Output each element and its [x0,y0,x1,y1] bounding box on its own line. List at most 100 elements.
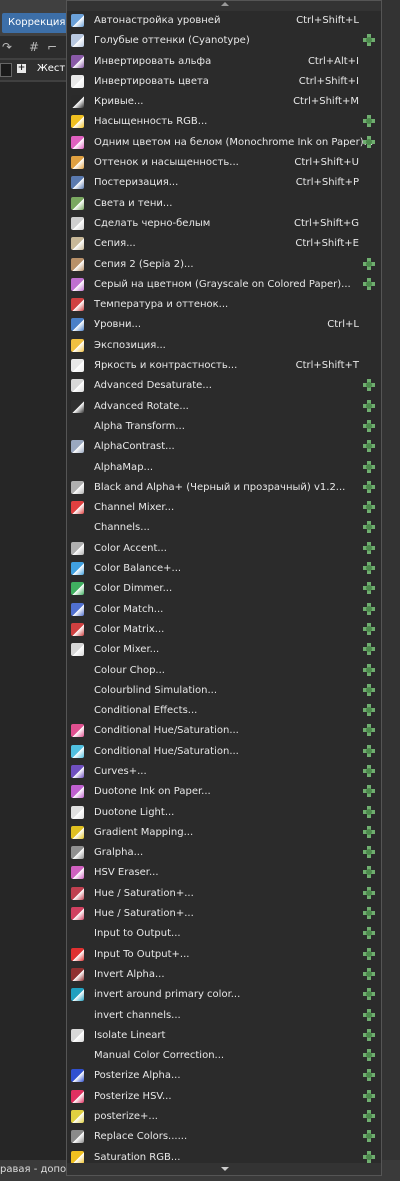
menu-item[interactable]: AlphaContrast... [67,437,381,457]
monochrome-ink-icon [71,135,84,149]
menu-item[interactable]: HSV Eraser... [67,863,381,883]
menu-item[interactable]: Голубые оттенки (Cyanotype) [67,31,381,51]
menu-item[interactable]: Уровни... Ctrl+L [67,315,381,335]
menu-item[interactable]: Advanced Rotate... [67,397,381,417]
ruler-icon[interactable]: ⌐ [45,40,59,54]
alpha-contrast-icon [71,440,84,454]
rgb-saturation-icon [71,115,84,129]
plugin-puzzle-icon [363,683,375,696]
menu-item[interactable]: Кривые... Ctrl+Shift+M [67,92,381,112]
menu-item[interactable]: Isolate Lineart [67,1026,381,1046]
brightness-contrast-icon [71,359,84,373]
menu-item[interactable]: Color Dimmer... [67,579,381,599]
menu-item-label: Alpha Transform... [94,420,185,432]
menu-item[interactable]: Replace Colors...... [67,1127,381,1147]
menu-item[interactable]: Conditional Hue/Saturation... [67,721,381,741]
menu-item[interactable]: Color Match... [67,600,381,620]
sepia-icon [71,237,84,251]
plugin-puzzle-icon [363,866,375,879]
menu-item[interactable]: Сделать черно-белым Ctrl+Shift+G [67,214,381,234]
menu-item[interactable]: Curves+... [67,762,381,782]
menu-scroll-up[interactable] [67,1,381,11]
menu-item-label: Сепия... [94,238,136,250]
menu-item[interactable]: invert around primary color... [67,985,381,1005]
menu-item[interactable]: Сепия... Ctrl+Shift+E [67,234,381,254]
menu-item[interactable]: Насыщенность RGB... [67,112,381,132]
menu-item[interactable]: Hue / Saturation+... [67,884,381,904]
menu-correction[interactable]: Коррекция [2,13,72,33]
add-icon[interactable]: + [17,64,26,73]
menu-item[interactable]: Conditional Hue/Saturation... [67,742,381,762]
menu-item[interactable]: Duotone Light... [67,803,381,823]
menu-item-label: HSV Eraser... [94,867,159,879]
color-matrix-icon [71,622,84,636]
menu-item-label: Инвертировать цвета [94,75,209,87]
redo-icon[interactable]: ↷ [0,40,14,54]
menu-item[interactable]: Света и тени... [67,194,381,214]
menu-item[interactable]: Posterize HSV... [67,1087,381,1107]
grayscale-colored-paper-icon [71,277,84,291]
menu-item-label: Голубые оттенки (Cyanotype) [94,35,250,47]
menu-item[interactable]: Input to Output... [67,924,381,944]
menu-item-label: Saturation RGB... [94,1151,181,1163]
menu-item[interactable]: Сепия 2 (Sepia 2)... [67,255,381,275]
menu-item[interactable]: Color Balance+... [67,559,381,579]
menu-item[interactable]: Инвертировать цвета Ctrl+Shift+I [67,72,381,92]
plugin-puzzle-icon [363,643,375,656]
menu-item[interactable]: Оттенок и насыщенность... Ctrl+Shift+U [67,153,381,173]
menu-item[interactable]: Gradient Mapping... [67,823,381,843]
duotone-light-icon [71,805,84,819]
menu-item[interactable]: Температура и оттенок... [67,295,381,315]
menu-item[interactable]: Автонастройка уровней Ctrl+Shift+L [67,11,381,31]
posterize-hsv-icon [71,1089,84,1103]
menu-item[interactable]: Colourblind Simulation... [67,681,381,701]
menu-item[interactable]: Экспозиция... [67,336,381,356]
menu-item[interactable]: Серый на цветном (Grayscale on Colored P… [67,275,381,295]
menu-item-label: Replace Colors...... [94,1131,188,1143]
menu-item[interactable]: Color Matrix... [67,620,381,640]
menu-item[interactable]: Posterize Alpha... [67,1066,381,1086]
menu-item[interactable]: AlphaMap... [67,458,381,478]
menu-item[interactable]: Duotone Ink on Paper... [67,782,381,802]
menu-item[interactable]: invert channels... [67,1006,381,1026]
invert-alpha-2-icon [71,967,84,981]
menu-item[interactable]: Colour Chop... [67,661,381,681]
menu-item[interactable]: posterize+... [67,1107,381,1127]
menu-item[interactable]: Color Mixer... [67,640,381,660]
menu-item-label: Conditional Effects... [94,705,198,717]
options-checkbox[interactable] [0,63,12,77]
adjustments-dropdown-menu: Автонастройка уровней Ctrl+Shift+L Голубые… [66,0,382,1176]
menu-item[interactable]: Hue / Saturation+... [67,904,381,924]
menu-item[interactable]: Input To Output+... [67,945,381,965]
menu-item[interactable]: Invert Alpha... [67,965,381,985]
replace-colors-icon [71,1130,84,1144]
menu-item[interactable]: Black and Alpha+ (Черный и прозрачный) v… [67,478,381,498]
menu-item[interactable]: Conditional Effects... [67,701,381,721]
menu-item[interactable]: Одним цветом на белом (Monochrome Ink on… [67,133,381,153]
menu-item[interactable]: Яркость и контрастность... Ctrl+Shift+T [67,356,381,376]
menu-item[interactable]: Постеризация... Ctrl+Shift+P [67,173,381,193]
menu-item-label: Color Balance+... [94,563,182,575]
menu-item[interactable]: Manual Color Correction... [67,1046,381,1066]
menu-item-label: Channel Mixer... [94,502,175,514]
menu-item-label: Оттенок и насыщенность... [94,157,239,169]
grid-icon[interactable]: # [27,40,41,54]
menu-item[interactable]: Alpha Transform... [67,417,381,437]
menu-scroll-down[interactable] [67,1163,381,1175]
menu-item[interactable]: Advanced Desaturate... [67,376,381,396]
menu-item[interactable]: Gralpha... [67,843,381,863]
chevron-down-icon [221,1167,229,1171]
menu-item-label: Posterize Alpha... [94,1070,181,1082]
color-accent-icon [71,541,84,555]
menu-item[interactable]: Color Accent... [67,539,381,559]
menu-item[interactable]: Channels... [67,518,381,538]
plugin-puzzle-icon [363,1110,375,1123]
menu-item-label: Advanced Rotate... [94,400,189,412]
menu-item[interactable]: Channel Mixer... [67,498,381,518]
menu-item[interactable]: Инвертировать альфа Ctrl+Alt+I [67,52,381,72]
menu-item-label: Температура и оттенок... [94,299,229,311]
invert-colors-icon [71,74,84,88]
curves-plus-icon [71,764,84,778]
menu-item-label: Автонастройка уровней [94,15,221,26]
plugin-puzzle-icon [363,521,375,534]
